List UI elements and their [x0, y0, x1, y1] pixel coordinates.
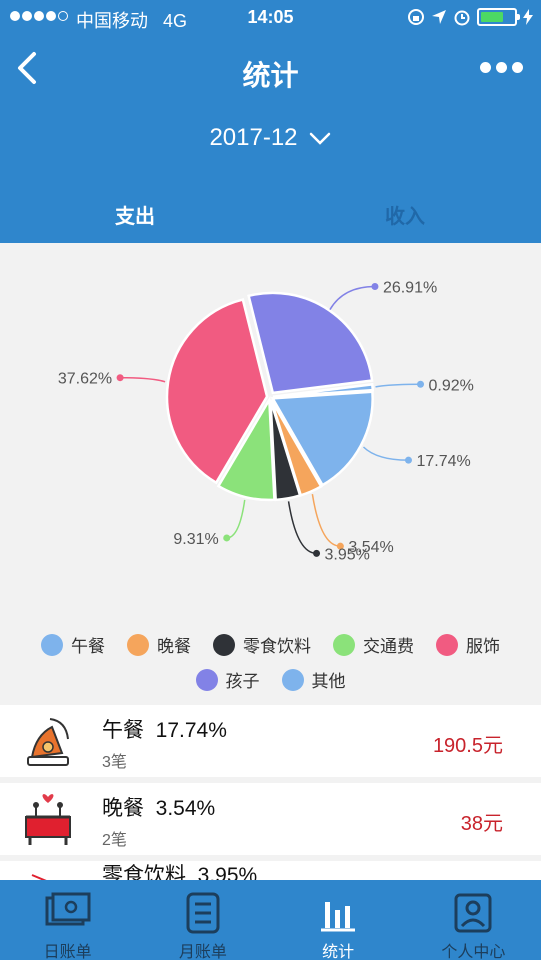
legend-label: 晚餐 [157, 637, 191, 656]
pie-leader-line [120, 376, 166, 383]
alarm-icon [454, 10, 470, 26]
record-percent: 3.54% [155, 797, 216, 820]
record-percent: 3.95% [197, 864, 258, 881]
legend-label: 其他 [311, 672, 346, 691]
legend-swatch [333, 633, 355, 656]
legend-swatch [281, 668, 304, 691]
tab-daily-bill[interactable]: 日账单 [0, 880, 135, 960]
profile-icon [454, 893, 492, 933]
page-title: 统计 [242, 60, 299, 91]
legend-item[interactable]: 零食饮料 [213, 632, 311, 657]
chart-legend: 午餐 晚餐 零食饮料 交通费 服饰 孩子 其他 [0, 632, 541, 702]
chevron-down-icon [309, 132, 330, 145]
legend-item[interactable]: 交通费 [333, 632, 414, 657]
record-percent: 17.74% [155, 719, 227, 742]
record-count: 2笔 [102, 832, 127, 849]
list-item[interactable]: 午餐 17.74% 3笔 190.5元 [0, 705, 541, 777]
legend-item[interactable]: 午餐 [41, 632, 105, 657]
list-item[interactable]: 晚餐 3.54% 2笔 38元 [0, 783, 541, 855]
period-selector[interactable]: 2017-12 [0, 124, 541, 152]
pie-leader-line [362, 446, 409, 461]
tab-label: 个人中心 [441, 944, 506, 960]
chevron-left-icon [18, 52, 36, 84]
legend-item[interactable]: 服饰 [436, 632, 500, 657]
pie-leader-dot [404, 456, 412, 464]
record-count: 3笔 [102, 754, 127, 771]
pie-leader-dot [223, 534, 231, 542]
legend-swatch [127, 633, 149, 656]
pie-data-label: 0.92% [429, 377, 474, 394]
monthly-bill-icon [186, 892, 220, 934]
list-item[interactable]: 零食饮料 3.95% [0, 861, 541, 881]
daily-bill-icon [45, 892, 91, 926]
pie-data-label: 3.95% [325, 546, 370, 563]
status-bar: 中国移动 4G 14:05 [0, 6, 541, 31]
record-name: 零食饮料 [102, 864, 186, 881]
legend-swatch [213, 633, 235, 656]
pie-data-label: 9.31% [173, 531, 218, 548]
legend-item[interactable]: 孩子 [195, 667, 260, 692]
pie-leader-line [375, 383, 421, 388]
legend-label: 零食饮料 [243, 637, 311, 656]
legend-swatch [41, 633, 63, 656]
nav-bar: 统计 [0, 46, 541, 98]
tab-label: 日账单 [43, 944, 92, 960]
header: 中国移动 4G 14:05 统计 2017-12 支出 收入 [0, 0, 541, 243]
statistics-icon [321, 902, 356, 932]
pie-leader-dot [371, 282, 379, 290]
location-icon [432, 10, 446, 24]
pie-leader-line [311, 494, 341, 547]
record-name: 晚餐 [102, 797, 144, 820]
bottom-tab-bar: 日账单 月账单 统计 个人中心 [0, 880, 541, 960]
legend-label: 孩子 [225, 672, 260, 691]
tab-statistics[interactable]: 统计 [271, 880, 406, 960]
tab-label: 统计 [322, 944, 355, 960]
legend-swatch [436, 633, 458, 656]
tab-label: 月账单 [178, 944, 227, 960]
pie-leader-line [226, 499, 246, 539]
pie-leader-line [287, 501, 317, 555]
record-name: 午餐 [102, 719, 144, 742]
tab-expense[interactable]: 支出 [35, 200, 235, 229]
back-button[interactable] [12, 48, 52, 92]
pie-leader-line [329, 285, 375, 310]
tab-bar-top: 支出 收入 [0, 190, 541, 240]
pie-leader-dot [116, 374, 124, 382]
legend-label: 午餐 [71, 637, 105, 656]
tab-monthly-bill[interactable]: 月账单 [135, 880, 270, 960]
rotation-lock-icon [408, 9, 424, 25]
pie-data-label: 26.91% [383, 279, 437, 296]
pie-slice[interactable] [247, 291, 374, 395]
record-list: 午餐 17.74% 3笔 190.5元 晚餐 3.54% 2笔 38元 零食饮料… [0, 705, 541, 887]
more-button[interactable] [480, 62, 523, 73]
legend-item[interactable]: 其他 [281, 667, 346, 692]
snack-icon [31, 874, 49, 881]
record-amount: 38元 [460, 813, 503, 835]
dinner-icon [25, 794, 71, 845]
legend-label: 交通费 [363, 637, 414, 656]
period-value: 2017-12 [209, 124, 298, 151]
charging-icon [523, 9, 533, 25]
tab-profile[interactable]: 个人中心 [406, 880, 541, 960]
legend-label: 服饰 [466, 637, 500, 656]
pie-data-label: 17.74% [416, 453, 470, 470]
battery-icon [477, 8, 520, 26]
pie-data-label: 37.62% [58, 371, 112, 388]
lunch-icon [27, 718, 69, 766]
legend-item[interactable]: 晚餐 [127, 632, 191, 657]
record-amount: 190.5元 [432, 735, 503, 757]
pie-chart: 26.91%0.92%17.74%3.54%3.95%9.31%37.62% [58, 279, 474, 563]
tab-income[interactable]: 收入 [305, 200, 505, 229]
pie-leader-dot [313, 549, 321, 557]
pie-leader-dot [417, 380, 425, 388]
legend-swatch [195, 668, 218, 691]
